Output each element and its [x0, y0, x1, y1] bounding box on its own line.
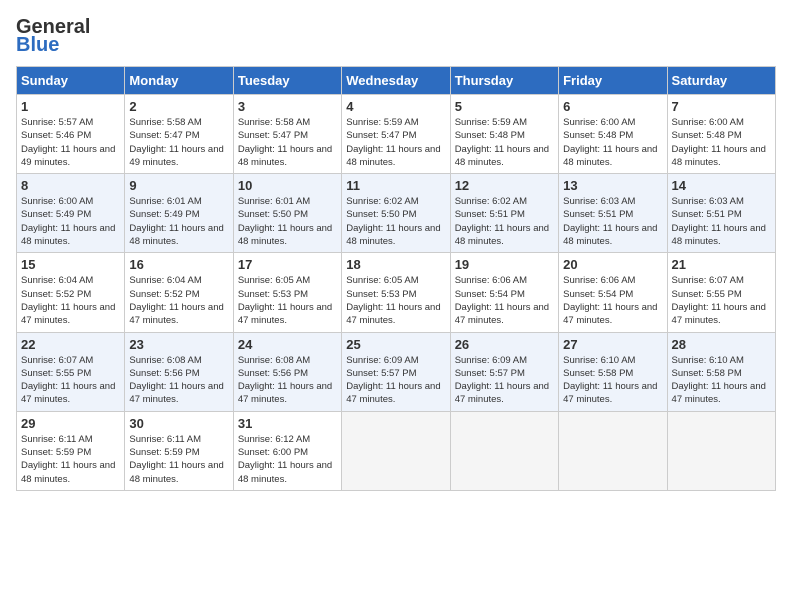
- col-header-sunday: Sunday: [17, 67, 125, 95]
- day-cell-27: 27Sunrise: 6:10 AMSunset: 5:58 PMDayligh…: [559, 332, 667, 411]
- day-cell-13: 13Sunrise: 6:03 AMSunset: 5:51 PMDayligh…: [559, 174, 667, 253]
- day-cell-23: 23Sunrise: 6:08 AMSunset: 5:56 PMDayligh…: [125, 332, 233, 411]
- col-header-friday: Friday: [559, 67, 667, 95]
- day-cell-31: 31Sunrise: 6:12 AMSunset: 6:00 PMDayligh…: [233, 411, 341, 490]
- day-cell-19: 19Sunrise: 6:06 AMSunset: 5:54 PMDayligh…: [450, 253, 558, 332]
- day-cell-10: 10Sunrise: 6:01 AMSunset: 5:50 PMDayligh…: [233, 174, 341, 253]
- col-header-wednesday: Wednesday: [342, 67, 450, 95]
- day-cell-4: 4Sunrise: 5:59 AMSunset: 5:47 PMDaylight…: [342, 95, 450, 174]
- day-cell-26: 26Sunrise: 6:09 AMSunset: 5:57 PMDayligh…: [450, 332, 558, 411]
- day-cell-17: 17Sunrise: 6:05 AMSunset: 5:53 PMDayligh…: [233, 253, 341, 332]
- day-cell-12: 12Sunrise: 6:02 AMSunset: 5:51 PMDayligh…: [450, 174, 558, 253]
- day-cell-3: 3Sunrise: 5:58 AMSunset: 5:47 PMDaylight…: [233, 95, 341, 174]
- week-row-5: 29Sunrise: 6:11 AMSunset: 5:59 PMDayligh…: [17, 411, 776, 490]
- day-cell-29: 29Sunrise: 6:11 AMSunset: 5:59 PMDayligh…: [17, 411, 125, 490]
- week-row-4: 22Sunrise: 6:07 AMSunset: 5:55 PMDayligh…: [17, 332, 776, 411]
- day-cell-16: 16Sunrise: 6:04 AMSunset: 5:52 PMDayligh…: [125, 253, 233, 332]
- day-cell-8: 8Sunrise: 6:00 AMSunset: 5:49 PMDaylight…: [17, 174, 125, 253]
- day-cell-18: 18Sunrise: 6:05 AMSunset: 5:53 PMDayligh…: [342, 253, 450, 332]
- day-cell-6: 6Sunrise: 6:00 AMSunset: 5:48 PMDaylight…: [559, 95, 667, 174]
- week-row-3: 15Sunrise: 6:04 AMSunset: 5:52 PMDayligh…: [17, 253, 776, 332]
- day-cell-2: 2Sunrise: 5:58 AMSunset: 5:47 PMDaylight…: [125, 95, 233, 174]
- day-cell-7: 7Sunrise: 6:00 AMSunset: 5:48 PMDaylight…: [667, 95, 775, 174]
- day-number: 1: [21, 99, 120, 114]
- page-header: General Blue: [16, 16, 776, 56]
- col-header-thursday: Thursday: [450, 67, 558, 95]
- day-cell-1: 1 Sunrise: 5:57 AMSunset: 5:46 PMDaylight…: [17, 95, 125, 174]
- day-info: Sunrise: 5:57 AMSunset: 5:46 PMDaylight:…: [21, 117, 115, 168]
- day-cell-30: 30Sunrise: 6:11 AMSunset: 5:59 PMDayligh…: [125, 411, 233, 490]
- day-cell-25: 25Sunrise: 6:09 AMSunset: 5:57 PMDayligh…: [342, 332, 450, 411]
- col-header-tuesday: Tuesday: [233, 67, 341, 95]
- day-cell-21: 21Sunrise: 6:07 AMSunset: 5:55 PMDayligh…: [667, 253, 775, 332]
- day-cell-14: 14Sunrise: 6:03 AMSunset: 5:51 PMDayligh…: [667, 174, 775, 253]
- day-cell-11: 11Sunrise: 6:02 AMSunset: 5:50 PMDayligh…: [342, 174, 450, 253]
- day-cell-15: 15Sunrise: 6:04 AMSunset: 5:52 PMDayligh…: [17, 253, 125, 332]
- empty-cell: [450, 411, 558, 490]
- header-row: SundayMondayTuesdayWednesdayThursdayFrid…: [17, 67, 776, 95]
- logo: General Blue: [16, 16, 90, 56]
- day-cell-24: 24Sunrise: 6:08 AMSunset: 5:56 PMDayligh…: [233, 332, 341, 411]
- day-cell-20: 20Sunrise: 6:06 AMSunset: 5:54 PMDayligh…: [559, 253, 667, 332]
- col-header-monday: Monday: [125, 67, 233, 95]
- day-cell-5: 5Sunrise: 5:59 AMSunset: 5:48 PMDaylight…: [450, 95, 558, 174]
- empty-cell: [559, 411, 667, 490]
- empty-cell: [667, 411, 775, 490]
- day-cell-22: 22Sunrise: 6:07 AMSunset: 5:55 PMDayligh…: [17, 332, 125, 411]
- empty-cell: [342, 411, 450, 490]
- day-cell-9: 9Sunrise: 6:01 AMSunset: 5:49 PMDaylight…: [125, 174, 233, 253]
- week-row-1: 1 Sunrise: 5:57 AMSunset: 5:46 PMDaylight…: [17, 95, 776, 174]
- week-row-2: 8Sunrise: 6:00 AMSunset: 5:49 PMDaylight…: [17, 174, 776, 253]
- col-header-saturday: Saturday: [667, 67, 775, 95]
- calendar-table: SundayMondayTuesdayWednesdayThursdayFrid…: [16, 66, 776, 491]
- day-cell-28: 28Sunrise: 6:10 AMSunset: 5:58 PMDayligh…: [667, 332, 775, 411]
